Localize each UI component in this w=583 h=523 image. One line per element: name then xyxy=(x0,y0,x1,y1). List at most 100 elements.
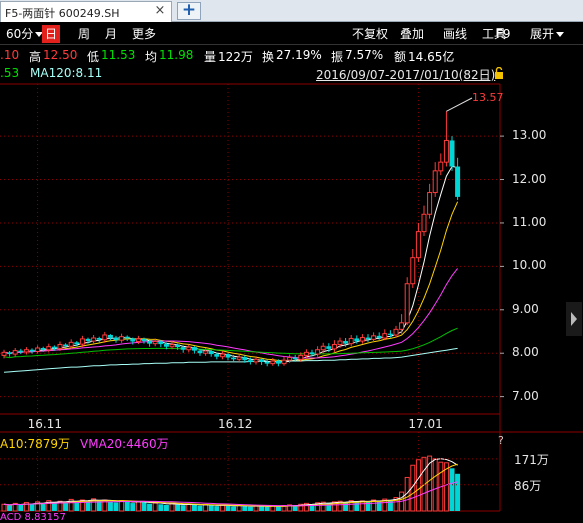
volume-bar xyxy=(231,506,237,511)
help-icon[interactable]: ? xyxy=(498,434,504,447)
volume-bar xyxy=(376,500,382,511)
volume-bar xyxy=(130,503,136,511)
candle-body xyxy=(96,338,102,340)
volume-bar xyxy=(141,502,147,511)
candle-body xyxy=(399,322,405,330)
candle-body xyxy=(158,341,164,345)
volume-bar xyxy=(135,501,141,512)
candle-body xyxy=(12,350,18,355)
candle-body xyxy=(348,337,354,345)
candle-body xyxy=(438,161,444,172)
volume-tick-label: 86万 xyxy=(514,478,542,493)
price-tick-label: 8.00 xyxy=(512,345,539,360)
volume-bar xyxy=(387,499,393,511)
volume-bar xyxy=(415,459,421,512)
vma10-value: A10:7879万 xyxy=(0,437,71,451)
volume-bar xyxy=(203,504,209,512)
candle-body xyxy=(197,350,203,354)
volume-bar xyxy=(113,502,119,511)
volume-bar xyxy=(264,506,270,511)
candle-body xyxy=(427,192,433,215)
volume-bar xyxy=(354,501,360,511)
candle-body xyxy=(46,346,52,351)
candle-body xyxy=(281,359,287,365)
volume-bar xyxy=(1,503,7,512)
candle-body xyxy=(231,357,237,360)
candle-body xyxy=(225,354,231,358)
volume-bar xyxy=(163,504,169,511)
volume-bar xyxy=(191,504,197,511)
candle-body xyxy=(152,340,158,345)
candle-body xyxy=(135,338,141,342)
volume-bar xyxy=(180,505,186,511)
candle-body xyxy=(371,335,377,340)
candle-body xyxy=(242,357,248,361)
candle-body xyxy=(259,359,265,362)
candle-body xyxy=(253,358,259,363)
volume-tick-label: 171万 xyxy=(514,452,549,467)
volume-bar xyxy=(247,506,253,511)
max-price-pointer xyxy=(446,97,473,112)
candle-body xyxy=(119,336,125,341)
volume-bar xyxy=(259,506,265,511)
candle-body xyxy=(303,351,309,356)
candle-body xyxy=(40,348,46,350)
candle-body xyxy=(130,338,136,342)
candle-body xyxy=(74,342,80,345)
volume-bar xyxy=(449,468,455,511)
volume-bar xyxy=(107,501,113,511)
candle-body xyxy=(432,170,438,194)
candle-body xyxy=(203,350,209,354)
volume-bar xyxy=(29,503,35,511)
candle-body xyxy=(180,347,186,350)
date-tick-label: 16.11 xyxy=(27,417,62,431)
price-tick-label: 9.00 xyxy=(512,301,539,316)
candle-body xyxy=(191,347,197,351)
candle-body xyxy=(275,361,281,364)
candle-body xyxy=(186,346,192,351)
chevron-right-icon[interactable] xyxy=(566,302,582,336)
candle-body xyxy=(376,335,382,339)
candle-body xyxy=(264,361,270,364)
volume-bar xyxy=(275,506,281,511)
acd-value: ACD 8.83157 xyxy=(0,512,66,523)
candle-body xyxy=(421,213,427,233)
price-tick-label: 11.00 xyxy=(512,214,547,229)
candle-body xyxy=(85,338,91,342)
candle-body xyxy=(29,349,35,352)
candle-body xyxy=(35,347,41,352)
candle-body xyxy=(219,353,225,358)
candle-body xyxy=(354,338,360,342)
candle-body xyxy=(309,352,315,355)
candle-body xyxy=(337,340,343,346)
volume-bar xyxy=(169,503,175,512)
candle-body xyxy=(292,357,298,360)
candle-body xyxy=(102,334,108,341)
candle-body xyxy=(51,346,57,349)
volume-bar xyxy=(175,504,181,511)
volume-bar xyxy=(152,502,158,512)
candle-body xyxy=(270,360,276,365)
candle-body xyxy=(214,354,220,357)
ma5-line xyxy=(3,165,458,363)
candle-body xyxy=(63,344,69,347)
volume-bar xyxy=(214,506,220,511)
candle-body xyxy=(141,338,147,342)
date-tick-label: 17.01 xyxy=(408,417,443,431)
volume-bar xyxy=(197,505,203,511)
candle-body xyxy=(107,334,113,338)
candle-body xyxy=(455,166,461,197)
candle-body xyxy=(387,333,393,335)
candle-body xyxy=(208,351,214,355)
volume-bar xyxy=(119,500,125,512)
volume-bar xyxy=(455,473,461,511)
price-tick-label: 7.00 xyxy=(512,388,539,403)
candle-body xyxy=(365,337,371,340)
candle-body xyxy=(18,350,24,352)
candle-body xyxy=(124,336,130,339)
candle-body xyxy=(382,333,388,339)
candle-body xyxy=(175,344,181,348)
vma20-value: VMA20:4460万 xyxy=(80,437,169,451)
candle-body xyxy=(393,328,399,336)
candle-body xyxy=(326,346,332,349)
